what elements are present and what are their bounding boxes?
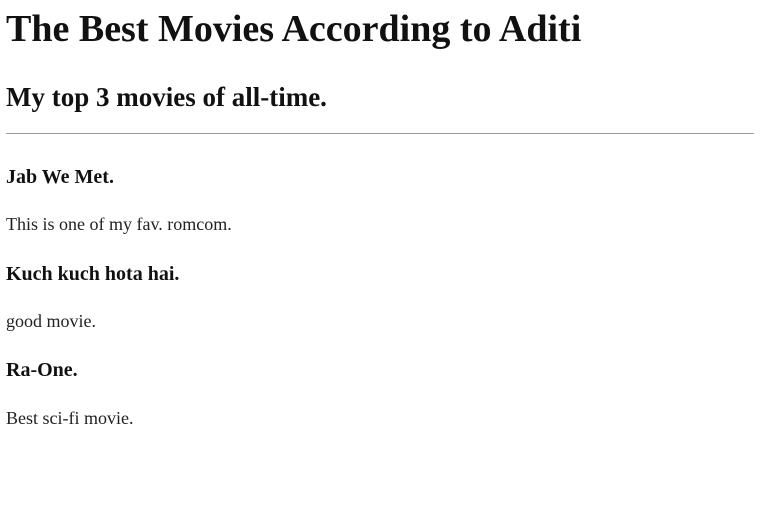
movie-description-3: Best sci-fi movie. <box>6 408 134 428</box>
page-subtitle: My top 3 movies of all-time. <box>6 82 327 112</box>
movie-title-2: Kuch kuch hota hai. <box>6 263 180 285</box>
page: The Best Movies According to Aditi My to… <box>0 0 764 509</box>
divider <box>6 133 754 134</box>
page-title: The Best Movies According to Aditi <box>6 8 582 50</box>
movie-title-1: Jab We Met. <box>6 166 114 188</box>
movie-description-1: This is one of my fav. romcom. <box>6 214 232 234</box>
movie-description-2: good movie. <box>6 311 96 331</box>
movie-title-3: Ra-One. <box>6 359 78 381</box>
